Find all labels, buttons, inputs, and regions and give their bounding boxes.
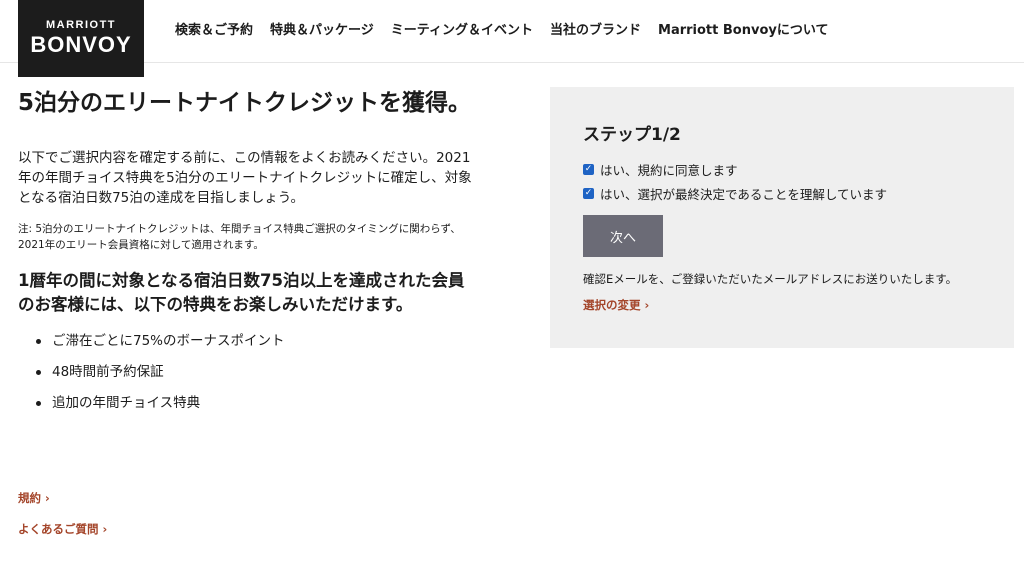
note-text: 注: 5泊分のエリートナイトクレジットは、年間チョイス特典ご選択のタイミングに関… — [18, 223, 461, 251]
nav-search-reserve[interactable]: 検索＆ご予約 — [175, 19, 253, 38]
main-nav: 検索＆ご予約 特典＆パッケージ ミーティング＆イベント 当社のブランド Marr… — [175, 19, 845, 38]
change-selection-link[interactable]: 選択の変更 › — [583, 297, 649, 313]
list-item: 追加の年間チョイス特典 — [18, 393, 480, 413]
change-selection-label: 選択の変更 — [583, 298, 641, 312]
chevron-right-icon: › — [102, 522, 108, 536]
terms-link-label: 規約 — [18, 491, 41, 505]
nav-offers-packages[interactable]: 特典＆パッケージ — [270, 19, 374, 38]
agree-terms-label: はい、規約に同意します — [600, 163, 738, 178]
step-indicator: ステップ1/2 — [583, 125, 681, 145]
list-item: 48時間前予約保証 — [18, 362, 480, 382]
final-decision-checkbox-row[interactable]: ✓ はい、選択が最終決定であることを理解しています — [583, 184, 887, 203]
nav-about-bonvoy[interactable]: Marriott Bonvoyについて — [658, 19, 828, 38]
marriott-bonvoy-logo[interactable]: MARRIOTT BONVOY — [18, 0, 144, 77]
final-decision-label: はい、選択が最終決定であることを理解しています — [600, 187, 888, 202]
logo-main-text: BONVOY — [30, 32, 132, 57]
chevron-right-icon: › — [644, 298, 650, 312]
site-header: MARRIOTT BONVOY 検索＆ご予約 特典＆パッケージ ミーティング＆イ… — [0, 0, 1024, 77]
intro-text: 以下でご選択内容を確定する前に、この情報をよくお読みください。2021年の年間チ… — [18, 150, 472, 206]
confirmation-email-text: 確認Eメールを、ご登録いただいたメールアドレスにお送りいたします。 — [583, 272, 958, 286]
faq-link[interactable]: よくあるご質問 › — [18, 521, 107, 537]
selection-panel: ステップ1/2 ✓ はい、規約に同意します ✓ はい、選択が最終決定であることを… — [550, 87, 1014, 348]
list-item: ご滞在ごとに75%のボーナスポイント — [18, 331, 480, 351]
page-title: 5泊分のエリートナイトクレジットを獲得。 — [18, 90, 472, 116]
logo-top-text: MARRIOTT — [45, 19, 117, 31]
benefits-list: ご滞在ごとに75%のボーナスポイント 48時間前予約保証 追加の年間チョイス特典 — [18, 331, 480, 413]
main-content: 5泊分のエリートナイトクレジットを獲得。 以下でご選択内容を確定する前に、この情… — [18, 88, 480, 424]
faq-link-label: よくあるご質問 — [18, 522, 99, 536]
next-button[interactable]: 次へ — [583, 215, 663, 257]
benefits-heading: 1暦年の間に対象となる宿泊日数75泊以上を達成された会員のお客様には、以下の特典… — [18, 271, 465, 314]
terms-link[interactable]: 規約 › — [18, 490, 50, 506]
chevron-right-icon: › — [45, 491, 50, 505]
checkbox-checked-icon[interactable]: ✓ — [583, 164, 594, 175]
nav-our-brands[interactable]: 当社のブランド — [550, 19, 641, 38]
agree-terms-checkbox-row[interactable]: ✓ はい、規約に同意します — [583, 160, 738, 179]
nav-meetings-events[interactable]: ミーティング＆イベント — [391, 19, 533, 38]
checkbox-checked-icon[interactable]: ✓ — [583, 188, 594, 199]
